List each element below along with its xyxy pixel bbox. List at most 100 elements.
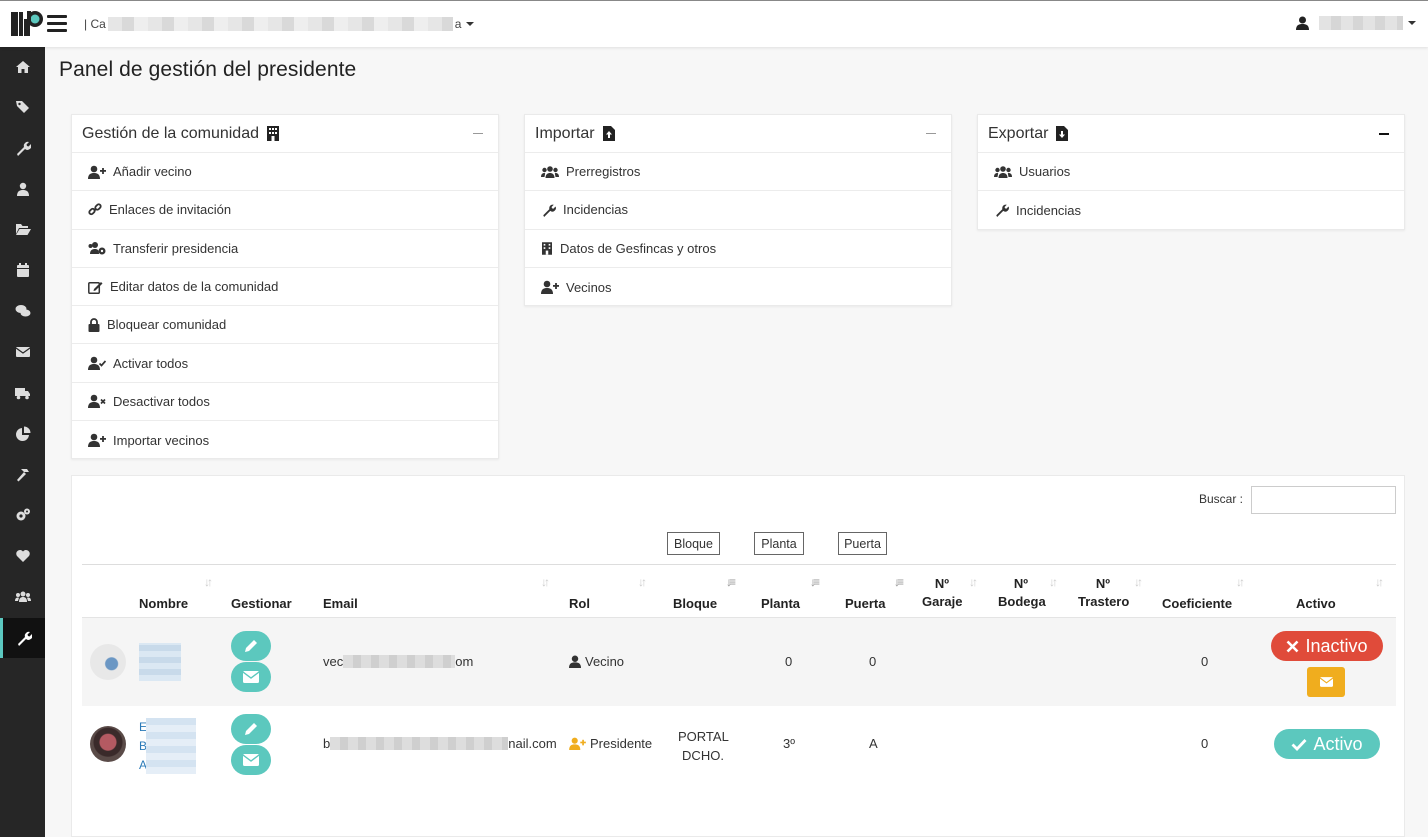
invitation-links-item[interactable]: Enlaces de invitación bbox=[72, 191, 498, 230]
lock-community-item[interactable]: Bloquear comunidad bbox=[72, 306, 498, 345]
envelope-icon[interactable] bbox=[0, 332, 45, 372]
sort-icon[interactable]: ↓↑ bbox=[1134, 575, 1143, 589]
import-preregistros-item[interactable]: Prerregistros bbox=[525, 153, 951, 192]
truck-icon[interactable] bbox=[0, 373, 45, 413]
chevron-down-icon bbox=[466, 22, 475, 26]
export-usuarios-item[interactable]: Usuarios bbox=[978, 153, 1404, 192]
col-garaje-1[interactable]: Nº bbox=[932, 576, 952, 591]
col-garaje-2[interactable]: Garaje bbox=[922, 594, 962, 609]
chart-pie-icon[interactable] bbox=[0, 414, 45, 454]
sort-icon[interactable]: ↓↑ bbox=[541, 575, 550, 589]
pencil-icon bbox=[245, 640, 257, 652]
status-label: Inactivo bbox=[1305, 635, 1368, 656]
edit-community-item[interactable]: Editar datos de la comunidad bbox=[72, 268, 498, 307]
pencil-icon bbox=[245, 723, 257, 735]
menu-toggle-icon[interactable] bbox=[47, 15, 67, 32]
community-selector[interactable]: | Ca a bbox=[84, 17, 475, 31]
deactivate-all-item[interactable]: Desactivar todos bbox=[72, 383, 498, 422]
col-nombre[interactable]: Nombre bbox=[139, 596, 188, 611]
deactivate-all-label: Desactivar todos bbox=[113, 393, 210, 409]
avatar bbox=[90, 644, 126, 680]
neighbor-name-redacted[interactable] bbox=[139, 643, 181, 681]
wrench-icon[interactable] bbox=[0, 618, 45, 658]
edit-neighbor-button[interactable] bbox=[231, 714, 271, 744]
sort-icon[interactable]: ↓↑ bbox=[969, 575, 978, 589]
page-title: Panel de gestión del presidente bbox=[59, 58, 357, 81]
col-bloque[interactable]: Bloque bbox=[673, 596, 717, 611]
import-neighbors-item[interactable]: Importar vecinos bbox=[72, 421, 498, 459]
email-cell: b nail.com bbox=[323, 736, 557, 751]
sort-icon[interactable]: ↓↑ bbox=[1049, 575, 1058, 589]
import-gesfincas-item[interactable]: Datos de Gesfincas y otros bbox=[525, 230, 951, 268]
email-neighbor-button[interactable] bbox=[231, 662, 271, 692]
community-name-suffix: a bbox=[454, 17, 462, 31]
sort-icon[interactable]: ↓≡ bbox=[810, 575, 820, 589]
activate-all-item[interactable]: Activar todos bbox=[72, 344, 498, 383]
inactive-status-button[interactable]: Inactivo bbox=[1271, 631, 1383, 661]
col-coeficiente[interactable]: Coeficiente bbox=[1162, 596, 1232, 611]
sort-icon[interactable]: ↓↑ bbox=[204, 575, 213, 589]
export-panel: Exportar Usuarios Incidencias bbox=[977, 114, 1405, 230]
users-icon[interactable] bbox=[0, 577, 45, 617]
email-neighbor-button[interactable] bbox=[231, 745, 271, 775]
user-menu[interactable] bbox=[1296, 16, 1416, 30]
import-incidencias-item[interactable]: Incidencias bbox=[525, 191, 951, 230]
col-rol[interactable]: Rol bbox=[569, 596, 590, 611]
export-incidencias-item[interactable]: Incidencias bbox=[978, 191, 1404, 229]
import-vecinos-item[interactable]: Vecinos bbox=[525, 268, 951, 306]
filter-bloque[interactable]: Bloque bbox=[667, 532, 720, 555]
transfer-presidency-label: Transferir presidencia bbox=[113, 240, 239, 256]
user-check-icon bbox=[88, 356, 106, 371]
export-incidencias-label: Incidencias bbox=[1016, 202, 1082, 218]
wrench-icon[interactable] bbox=[0, 128, 45, 168]
calendar-icon[interactable] bbox=[0, 250, 45, 290]
col-bodega-1[interactable]: Nº bbox=[1011, 576, 1031, 591]
sidebar bbox=[0, 47, 45, 837]
collapse-gestion-button[interactable] bbox=[473, 133, 483, 134]
gestion-panel-title: Gestión de la comunidad bbox=[82, 124, 259, 142]
home-icon[interactable] bbox=[0, 47, 45, 87]
sort-icon[interactable]: ↓↑ bbox=[1375, 575, 1384, 589]
sort-icon[interactable]: ↓≡ bbox=[726, 575, 736, 589]
col-bodega-2[interactable]: Bodega bbox=[998, 594, 1046, 609]
active-status-button[interactable]: Activo bbox=[1274, 729, 1380, 759]
comments-icon[interactable] bbox=[0, 291, 45, 331]
collapse-import-button[interactable] bbox=[926, 133, 936, 134]
user-icon bbox=[1296, 16, 1309, 30]
cogs-icon[interactable] bbox=[0, 495, 45, 535]
tags-icon[interactable] bbox=[0, 87, 45, 127]
app-logo[interactable] bbox=[11, 9, 45, 37]
envelope-icon bbox=[243, 671, 259, 683]
col-trastero-2[interactable]: Trastero bbox=[1078, 594, 1129, 609]
planta-cell: 0 bbox=[785, 654, 793, 669]
col-trastero-1[interactable]: Nº bbox=[1093, 576, 1113, 591]
col-email[interactable]: Email bbox=[323, 596, 358, 611]
avatar bbox=[90, 726, 126, 762]
puerta-cell: A bbox=[869, 736, 878, 751]
heart-icon[interactable] bbox=[0, 536, 45, 576]
import-preregistros-label: Prerregistros bbox=[566, 164, 641, 180]
collapse-export-button[interactable] bbox=[1379, 132, 1389, 135]
send-email-button[interactable] bbox=[1307, 667, 1345, 697]
col-planta[interactable]: Planta bbox=[761, 596, 800, 611]
col-puerta[interactable]: Puerta bbox=[845, 596, 885, 611]
planta-cell: 3º bbox=[783, 736, 795, 751]
sort-icon[interactable]: ↓↑ bbox=[638, 575, 647, 589]
lock-icon bbox=[88, 318, 100, 332]
transfer-presidency-item[interactable]: Transferir presidencia bbox=[72, 230, 498, 268]
user-tie-icon[interactable] bbox=[0, 169, 45, 209]
file-upload-icon bbox=[602, 126, 615, 141]
envelope-icon bbox=[243, 754, 259, 766]
add-neighbor-item[interactable]: Añadir vecino bbox=[72, 153, 498, 192]
folder-open-icon[interactable] bbox=[0, 209, 45, 249]
col-activo[interactable]: Activo bbox=[1296, 596, 1336, 611]
sort-icon[interactable]: ↓≡ bbox=[894, 575, 904, 589]
users-cog-icon bbox=[88, 241, 106, 255]
search-input[interactable] bbox=[1251, 486, 1396, 514]
hammer-icon[interactable] bbox=[0, 455, 45, 495]
edit-neighbor-button[interactable] bbox=[231, 631, 271, 661]
add-neighbor-label: Añadir vecino bbox=[113, 164, 192, 180]
filter-puerta[interactable]: Puerta bbox=[838, 532, 887, 555]
sort-icon[interactable]: ↓↑ bbox=[1236, 575, 1245, 589]
filter-planta[interactable]: Planta bbox=[754, 532, 804, 555]
